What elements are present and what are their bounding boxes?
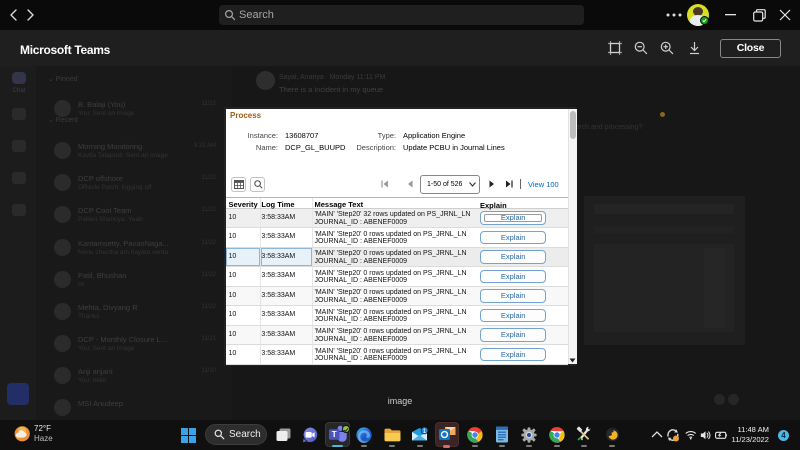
svg-text:T: T xyxy=(332,430,337,439)
